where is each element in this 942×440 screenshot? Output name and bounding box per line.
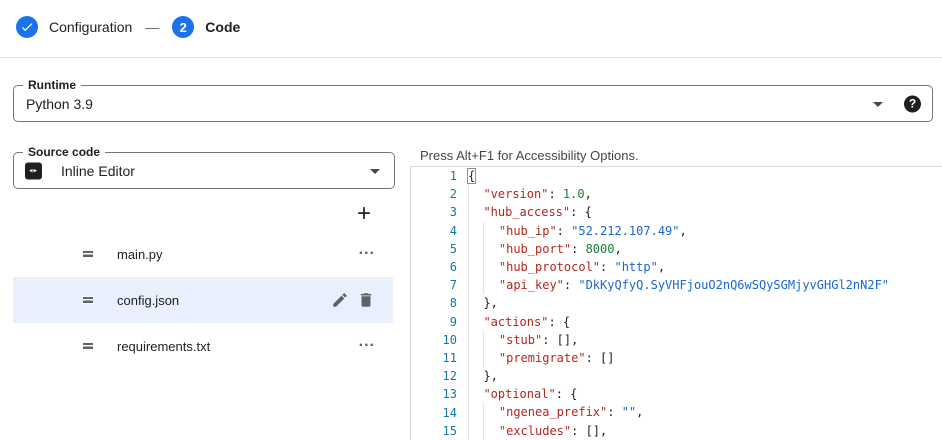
runtime-field-label: Runtime	[23, 78, 81, 92]
accessibility-hint: Press Alt+F1 for Accessibility Options.	[420, 148, 639, 163]
code-editor[interactable]: 123456789101112131415 { "version": 1.0, …	[410, 166, 942, 440]
file-icon	[80, 338, 96, 354]
file-name: requirements.txt	[117, 339, 210, 354]
step2-circle[interactable]: 2	[172, 16, 194, 38]
gutter: 123456789101112131415	[411, 167, 464, 440]
chevron-down-icon[interactable]	[370, 169, 380, 174]
file-row-requirements-txt[interactable]: requirements.txt ...	[13, 323, 393, 369]
delete-icon[interactable]	[357, 291, 375, 309]
file-row-config-json[interactable]: config.json	[13, 277, 393, 323]
runtime-value: Python 3.9	[26, 96, 93, 112]
file-list: main.py ... config.json requirements.txt…	[13, 231, 393, 369]
chevron-down-icon[interactable]	[873, 102, 883, 107]
help-icon[interactable]: ?	[904, 95, 921, 112]
step1-label[interactable]: Configuration	[49, 19, 132, 35]
code-lines[interactable]: { "version": 1.0, "hub_access": { "hub_i…	[464, 167, 942, 440]
page: Configuration — 2 Code Runtime Python 3.…	[0, 0, 942, 440]
file-overflow-button[interactable]: ...	[359, 241, 375, 259]
runtime-select[interactable]: Runtime Python 3.9 ?	[13, 85, 933, 122]
add-file-button[interactable]: +	[350, 200, 378, 228]
file-name: config.json	[117, 293, 179, 308]
source-code-select[interactable]: Source code ◂▸ Inline Editor	[13, 152, 395, 189]
stepper: Configuration — 2 Code	[16, 16, 240, 38]
file-overflow-button[interactable]: ...	[359, 333, 375, 351]
source-code-value: Inline Editor	[61, 163, 135, 179]
step2-number: 2	[180, 20, 187, 35]
step2-label[interactable]: Code	[205, 19, 240, 35]
step-connector: —	[145, 19, 159, 35]
step1-complete-icon[interactable]	[16, 16, 38, 38]
file-icon	[80, 292, 96, 308]
code-icon: ◂▸	[25, 162, 42, 179]
edit-icon[interactable]	[331, 291, 349, 309]
header-divider	[0, 57, 942, 58]
file-row-main-py[interactable]: main.py ...	[13, 231, 393, 277]
source-code-field-label: Source code	[23, 145, 105, 159]
file-name: main.py	[117, 247, 163, 262]
file-icon	[80, 246, 96, 262]
